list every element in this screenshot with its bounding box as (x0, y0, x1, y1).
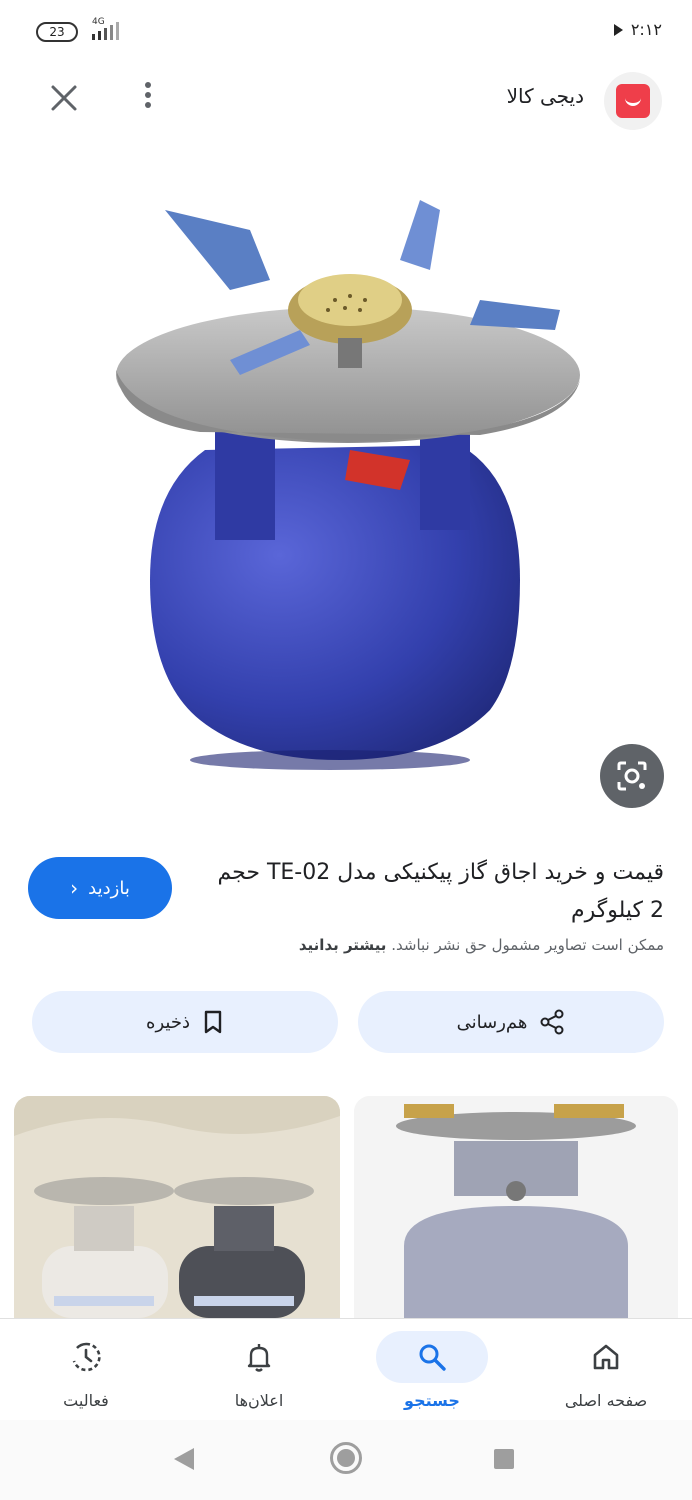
site-name[interactable]: دیجی کالا (507, 84, 584, 108)
copyright-notice: ممکن است تصاویر مشمول حق نشر نباشد. بیشت… (24, 936, 664, 954)
related-image (14, 1096, 340, 1318)
result-title[interactable]: قیمت و خرید اجاق گاز پیکنیکی مدل TE-02 ح… (204, 854, 664, 930)
back-icon[interactable] (174, 1448, 194, 1470)
learn-more-link[interactable]: بیشتر بدانید (299, 936, 387, 954)
visit-label: بازدید (88, 877, 130, 899)
viewer-header: دیجی کالا (0, 64, 692, 136)
recent-apps-icon[interactable] (494, 1449, 514, 1469)
signal-icon (92, 22, 119, 40)
visit-button[interactable]: بازدید ‹ (28, 857, 172, 919)
product-image[interactable] (0, 160, 692, 810)
nav-activity[interactable]: فعالیت (0, 1319, 172, 1421)
bell-icon (247, 1344, 271, 1372)
nav-notifications-label: اعلان‌ها (234, 1391, 284, 1410)
site-logo[interactable] (604, 72, 662, 130)
related-image-thumbnail[interactable] (14, 1096, 340, 1318)
bookmark-icon (204, 1010, 222, 1034)
status-right: ۲:۱۲ (613, 20, 662, 39)
bottom-navigation: صفحه اصلی جستجو اعلان‌ها ف (0, 1318, 692, 1420)
nav-search-label: جستجو (404, 1391, 460, 1410)
system-navigation-bar (0, 1420, 692, 1500)
status-bar: 23 4G ۲:۱۲ (0, 0, 692, 64)
copyright-text: ممکن است تصاویر مشمول حق نشر نباشد. (391, 936, 664, 954)
clock: ۲:۱۲ (630, 20, 662, 39)
share-icon (540, 1009, 564, 1035)
save-button[interactable]: ذخیره (32, 991, 338, 1053)
share-button[interactable]: هم‌رسانی (358, 991, 664, 1053)
lens-button[interactable] (600, 744, 664, 808)
home-icon (593, 1344, 619, 1370)
nav-notifications[interactable]: اعلان‌ها (173, 1319, 345, 1421)
nav-search[interactable]: جستجو (346, 1319, 518, 1421)
camera-lens-icon (617, 761, 647, 791)
search-icon (419, 1344, 446, 1371)
share-label: هم‌رسانی (456, 1011, 528, 1033)
nav-home[interactable]: صفحه اصلی (520, 1319, 692, 1421)
nav-home-label: صفحه اصلی (564, 1391, 648, 1410)
nav-activity-label: فعالیت (63, 1391, 109, 1410)
activity-icon (72, 1342, 101, 1372)
chevron-left-icon: ‹ (70, 876, 79, 900)
home-circle-icon[interactable] (330, 1442, 362, 1474)
more-options-icon[interactable] (136, 78, 160, 118)
battery-indicator: 23 (36, 22, 78, 42)
close-icon[interactable] (44, 78, 84, 118)
save-label: ذخیره (146, 1011, 190, 1033)
related-image (354, 1096, 678, 1318)
related-image-thumbnail[interactable] (354, 1096, 678, 1318)
play-icon (613, 23, 623, 36)
